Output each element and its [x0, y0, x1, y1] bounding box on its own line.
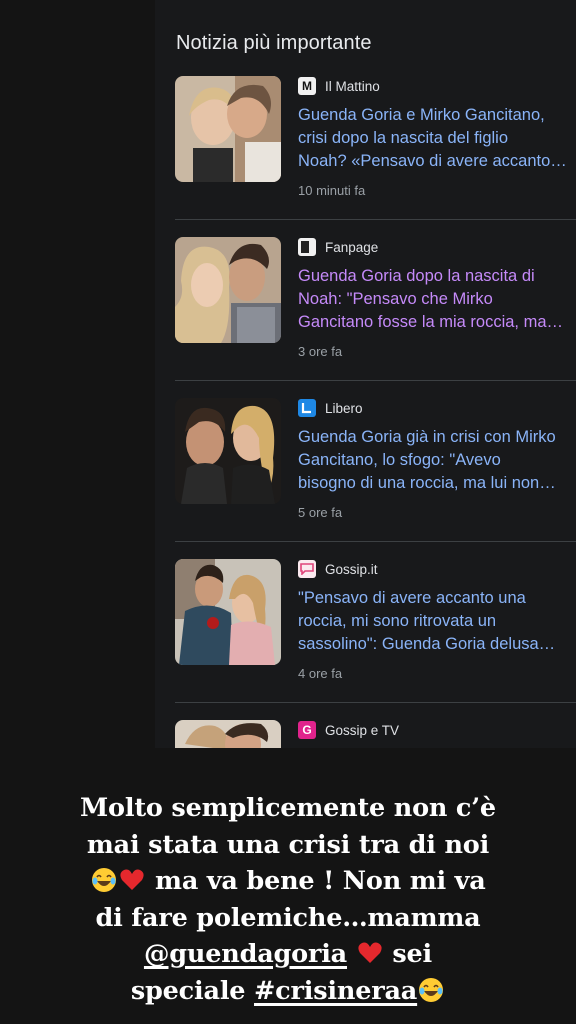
news-item[interactable]: Libero Guenda Goria già in crisi con Mir… [175, 398, 576, 558]
news-time: 3 ore fa [298, 344, 343, 359]
divider [175, 541, 576, 542]
news-item[interactable]: G Gossip e TV [175, 720, 576, 748]
caption-line: Molto semplicemente non c’è [80, 793, 496, 823]
news-source[interactable]: Gossip.it [298, 559, 378, 579]
news-thumbnail[interactable] [175, 76, 281, 182]
source-name: Gossip e TV [325, 722, 400, 738]
divider [175, 219, 576, 220]
news-thumbnail[interactable] [175, 720, 281, 748]
news-screenshot: Notizia più importante M Il Mattino Guen… [155, 0, 576, 748]
caption-line: ma va bene ! Non mi va [0, 863, 576, 900]
laughing-emoji-icon [91, 867, 117, 893]
caption-text: speciale [130, 975, 255, 1006]
news-time: 5 ore fa [298, 505, 343, 520]
user-mention-link[interactable]: @guendagoria [144, 939, 347, 969]
news-thumbnail[interactable] [175, 237, 281, 343]
news-thumbnail[interactable] [175, 398, 281, 504]
caption-line: mai stata una crisi tra di noi [86, 829, 490, 860]
news-headline[interactable]: "Pensavo di avere accanto una roccia, mi… [298, 587, 576, 656]
caption-line: di fare polemiche…mamma [95, 902, 481, 933]
caption-text: sei [383, 939, 433, 969]
section-title: Notizia più importante [176, 32, 372, 54]
story-caption: Molto semplicemente non c’è mai stata un… [0, 790, 576, 1009]
news-thumbnail[interactable] [175, 559, 281, 665]
news-headline[interactable]: Guenda Goria e Mirko Gancitano, crisi do… [298, 104, 576, 173]
laughing-emoji-icon [418, 977, 444, 1003]
libero-logo-icon [298, 399, 316, 417]
news-time: 4 ore fa [298, 666, 343, 681]
news-source[interactable]: G Gossip e TV [298, 720, 399, 740]
news-source[interactable]: Fanpage [298, 237, 378, 257]
gossip-e-tv-logo-icon: G [298, 721, 316, 739]
hashtag-link[interactable]: #crisineraa [254, 976, 417, 1006]
divider [175, 380, 576, 381]
news-item[interactable]: Gossip.it "Pensavo di avere accanto una … [175, 559, 576, 719]
divider [175, 702, 576, 703]
news-source[interactable]: Libero [298, 398, 363, 418]
red-heart-emoji-icon [357, 940, 383, 966]
fanpage-logo-icon [298, 238, 316, 256]
news-item[interactable]: M Il Mattino Guenda Goria e Mirko Gancit… [175, 76, 576, 236]
gossip-it-logo-icon [298, 560, 316, 578]
il-mattino-logo-icon: M [298, 77, 316, 95]
news-headline[interactable]: Guenda Goria dopo la nascita di Noah: "P… [298, 265, 576, 334]
source-name: Fanpage [325, 239, 379, 255]
red-heart-emoji-icon [119, 867, 145, 893]
news-item[interactable]: Fanpage Guenda Goria dopo la nascita di … [175, 237, 576, 397]
news-headline[interactable]: Guenda Goria già in crisi con Mirko Ganc… [298, 426, 576, 495]
source-name: Libero [325, 400, 363, 416]
caption-line: speciale #crisineraa [0, 973, 576, 1010]
caption-text: ma va bene ! Non mi va [146, 866, 486, 896]
news-time: 10 minuti fa [298, 183, 366, 198]
source-name: Il Mattino [325, 78, 380, 94]
source-name: Gossip.it [325, 561, 378, 577]
news-source[interactable]: M Il Mattino [298, 76, 380, 96]
caption-line: @guendagoria sei [0, 936, 576, 973]
